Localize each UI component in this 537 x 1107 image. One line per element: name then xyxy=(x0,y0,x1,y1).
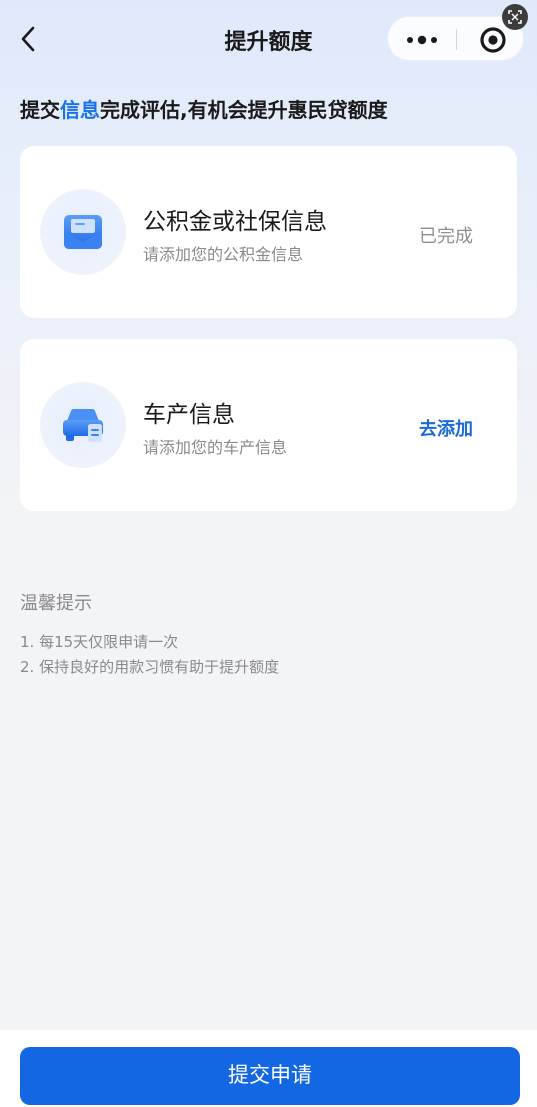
vehicle-icon-badge xyxy=(40,382,126,468)
expand-icon xyxy=(508,10,522,24)
add-vehicle-link[interactable]: 去添加 xyxy=(419,415,473,441)
chevron-left-icon xyxy=(21,26,35,52)
card-title: 车产信息 xyxy=(143,402,235,428)
car-icon xyxy=(63,408,103,442)
headline: 提交信息完成评估,有机会提升惠民贷额度 xyxy=(20,94,388,123)
more-button[interactable] xyxy=(388,17,456,62)
nav-bar: 提升额度 xyxy=(0,0,537,80)
tips-list: 1. 每15天仅限申请一次 2. 保持良好的用款习惯有助于提升额度 xyxy=(20,630,279,680)
bottom-bar: 提交申请 xyxy=(0,1030,537,1107)
screenshot-corner-button[interactable] xyxy=(502,4,528,30)
tips-title: 温馨提示 xyxy=(20,593,92,614)
headline-highlight: 信息 xyxy=(60,98,100,122)
completed-status: 已完成 xyxy=(419,226,473,247)
submit-button[interactable]: 提交申请 xyxy=(20,1047,520,1105)
card-subtitle: 请添加您的公积金信息 xyxy=(143,245,304,264)
envelope-icon xyxy=(64,215,102,249)
back-button[interactable] xyxy=(14,22,44,56)
tip-item: 2. 保持良好的用款习惯有助于提升额度 xyxy=(20,658,280,676)
card-title: 公积金或社保信息 xyxy=(143,209,327,235)
housing-fund-card[interactable]: 公积金或社保信息 请添加您的公积金信息 已完成 xyxy=(20,146,517,318)
more-dots-icon xyxy=(407,35,437,45)
tip-item: 1. 每15天仅限申请一次 xyxy=(20,633,179,651)
headline-prefix: 提交 xyxy=(20,98,60,122)
headline-suffix: 完成评估,有机会提升惠民贷额度 xyxy=(100,98,388,122)
housing-fund-icon-badge xyxy=(40,189,126,275)
card-subtitle: 请添加您的车产信息 xyxy=(143,438,288,457)
vehicle-info-card[interactable]: 车产信息 请添加您的车产信息 去添加 xyxy=(20,339,517,511)
